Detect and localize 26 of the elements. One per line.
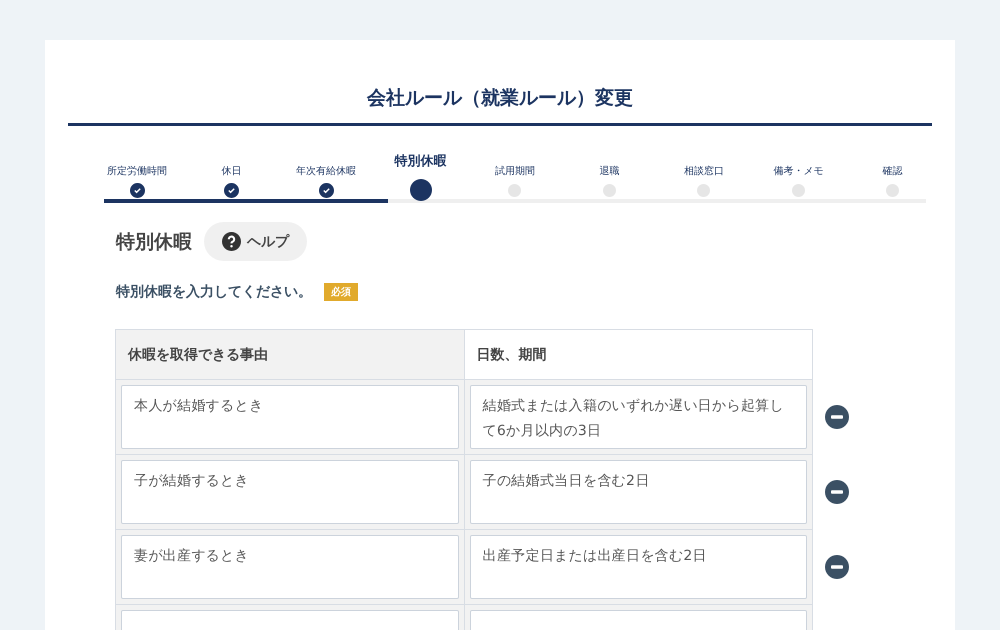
period-field[interactable]: 結婚式または入籍のいずれか遅い日から起算して6か月以内の3日 bbox=[470, 385, 807, 449]
column-header: 日数、期間 bbox=[464, 330, 812, 380]
help-icon bbox=[222, 232, 241, 251]
step-label: 確認 bbox=[882, 164, 903, 178]
page-title: 会社ルール（就業ルール）変更 bbox=[68, 40, 932, 126]
remove-icon[interactable] bbox=[825, 554, 849, 578]
reason-field[interactable]: 本人が結婚するとき bbox=[121, 385, 458, 449]
step-label: 備考・メモ bbox=[773, 164, 824, 178]
step-label: 相談窓口 bbox=[684, 164, 724, 178]
period-field[interactable]: 出産予定日または出産日を含む2日 bbox=[470, 535, 807, 599]
required-badge: 必須 bbox=[324, 283, 358, 301]
column-header: 休暇を取得できる事由 bbox=[116, 330, 464, 380]
step-label: 試用期間 bbox=[494, 164, 535, 178]
step-label: 特別休暇 bbox=[394, 153, 447, 171]
remove-icon[interactable] bbox=[825, 480, 849, 504]
reason-field[interactable]: 子が結婚するとき bbox=[121, 460, 458, 524]
section-heading: 特別休暇 bbox=[116, 230, 192, 254]
help-button[interactable]: ヘルプ bbox=[204, 222, 307, 261]
remove-icon[interactable] bbox=[825, 404, 849, 428]
step-label: 休日 bbox=[222, 165, 242, 178]
step-label: 年次有給休暇 bbox=[296, 165, 356, 178]
instruction-text: 特別休暇を入力してください。 bbox=[116, 283, 312, 301]
reason-field[interactable]: 妻が出産するとき bbox=[121, 535, 458, 599]
step-label: 退職 bbox=[599, 164, 620, 178]
step-label: 所定労働時間 bbox=[107, 164, 168, 178]
period-field[interactable]: 子の結婚式当日を含む2日 bbox=[470, 460, 807, 524]
